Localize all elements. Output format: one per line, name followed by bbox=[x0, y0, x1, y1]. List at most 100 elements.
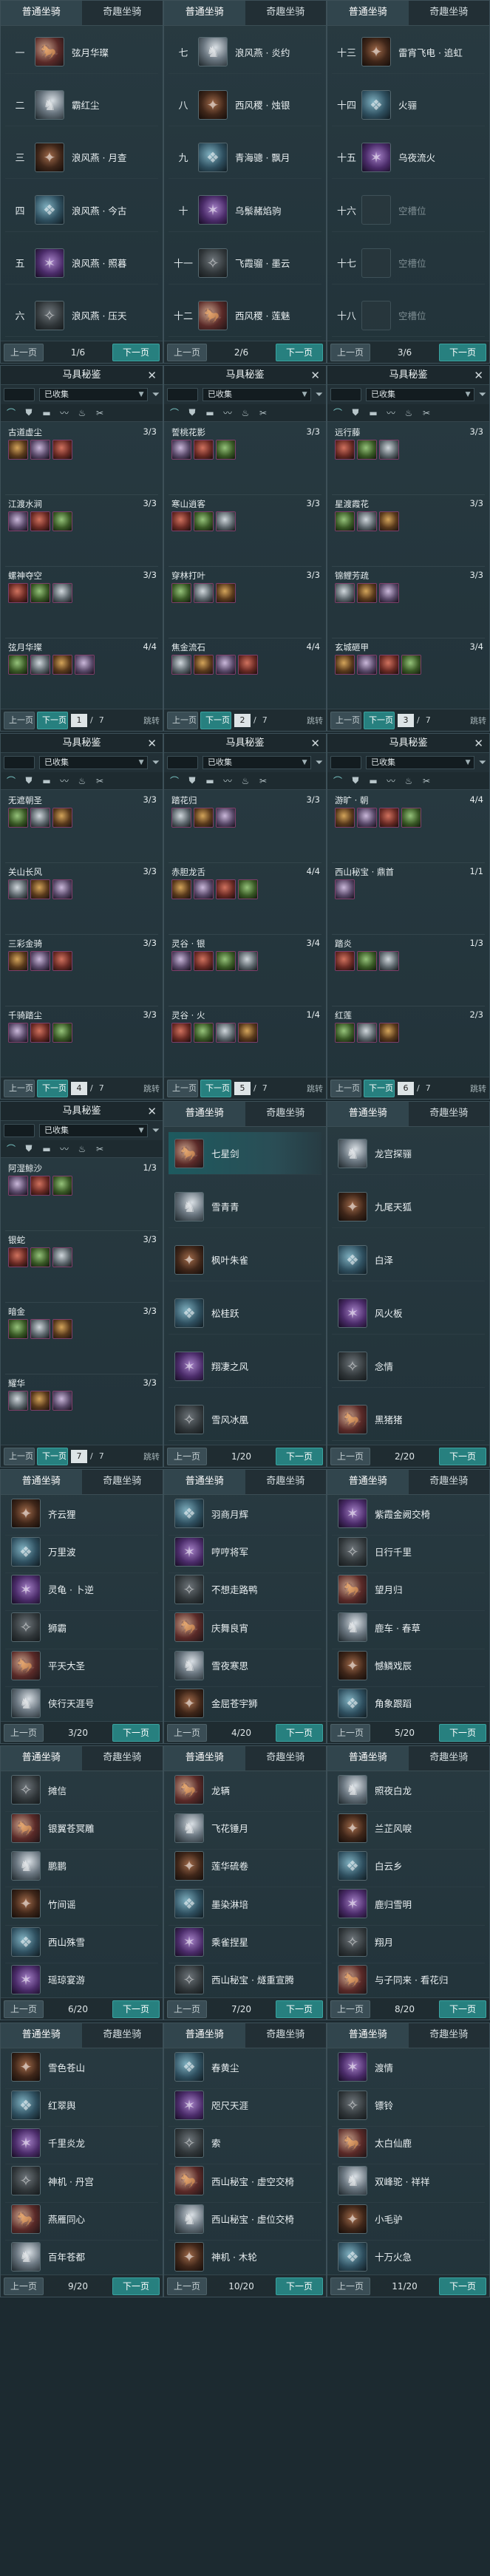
tack-piece-icon[interactable] bbox=[401, 655, 421, 675]
tack-piece-icon[interactable] bbox=[8, 1319, 28, 1339]
mount-row[interactable]: ❖ 万里波 bbox=[5, 1530, 158, 1573]
rein-category-icon[interactable]: 〰 bbox=[222, 406, 234, 419]
tack-piece-icon[interactable] bbox=[216, 440, 236, 460]
collect-filter-dropdown[interactable]: 已收集 ▼ bbox=[39, 1124, 148, 1137]
next-page-button[interactable]: 下一页 bbox=[37, 1079, 68, 1097]
next-page-button[interactable]: 下一页 bbox=[364, 1079, 395, 1097]
collect-filter-dropdown[interactable]: 已收集 ▼ bbox=[203, 756, 311, 769]
tab-rare-mounts[interactable]: 奇趣坐骑 bbox=[82, 1746, 163, 1771]
funnel-filter-icon[interactable]: ⏷ bbox=[316, 389, 323, 401]
tack-piece-icon[interactable] bbox=[194, 583, 214, 603]
tack-piece-icon[interactable] bbox=[52, 1391, 72, 1411]
tail-category-icon[interactable]: ✂ bbox=[421, 776, 432, 786]
tack-piece-icon[interactable] bbox=[194, 440, 214, 460]
jump-button[interactable]: 跳转 bbox=[470, 715, 486, 726]
tack-piece-icon[interactable] bbox=[52, 951, 72, 971]
tab-common-mounts[interactable]: 普通坐骑 bbox=[1, 1746, 82, 1771]
tack-piece-icon[interactable] bbox=[335, 808, 355, 828]
tack-piece-icon[interactable] bbox=[52, 1176, 72, 1196]
tack-piece-icon[interactable] bbox=[194, 1023, 214, 1043]
tab-rare-mounts[interactable]: 奇趣坐骑 bbox=[82, 2023, 163, 2048]
tack-piece-icon[interactable] bbox=[30, 511, 50, 531]
mount-row[interactable]: 🐎 西山秘宝 · 虚空交椅 bbox=[169, 2160, 321, 2203]
armor-category-icon[interactable]: ⛊ bbox=[23, 1143, 35, 1154]
tack-set-group[interactable]: 玄城砸甲 3/4 bbox=[332, 638, 485, 710]
tack-piece-icon[interactable] bbox=[8, 440, 28, 460]
tack-set-group[interactable]: 焦金流石 4/4 bbox=[169, 638, 321, 710]
mount-row[interactable]: ✦ 枫叶朱雀 bbox=[169, 1238, 321, 1281]
tab-common-mounts[interactable]: 普通坐骑 bbox=[327, 1470, 409, 1494]
tack-piece-icon[interactable] bbox=[238, 879, 258, 899]
tack-set-group[interactable]: 踏花归 3/3 bbox=[169, 791, 321, 863]
tack-piece-icon[interactable] bbox=[52, 440, 72, 460]
jump-button[interactable]: 跳转 bbox=[307, 715, 323, 726]
mount-row[interactable]: 十二 🐎 西风稷 · 莲魅 bbox=[169, 294, 321, 338]
tack-piece-icon[interactable] bbox=[194, 951, 214, 971]
mount-row[interactable]: ❖ 白云乡 bbox=[332, 1844, 485, 1888]
search-input[interactable] bbox=[4, 1124, 35, 1137]
rein-category-icon[interactable]: 〰 bbox=[58, 406, 70, 419]
mount-row[interactable]: ✦ 齐云狸 bbox=[5, 1493, 158, 1536]
next-page-button[interactable]: 下一页 bbox=[112, 343, 160, 361]
saddle-category-icon[interactable]: ⌒ bbox=[169, 406, 180, 419]
mount-row[interactable]: ✶ 灵龟 · 卜逆 bbox=[5, 1568, 158, 1612]
prev-page-button[interactable]: 上一页 bbox=[167, 711, 198, 729]
close-icon[interactable]: ✕ bbox=[147, 734, 157, 753]
mount-row[interactable]: 🐎 与子同来 · 看花归 bbox=[332, 1958, 485, 2002]
next-page-button[interactable]: 下一页 bbox=[439, 2000, 486, 2018]
tack-piece-icon[interactable] bbox=[379, 511, 399, 531]
stirrup-category-icon[interactable]: ▬ bbox=[367, 776, 379, 786]
tab-common-mounts[interactable]: 普通坐骑 bbox=[327, 1746, 409, 1771]
tack-piece-icon[interactable] bbox=[8, 511, 28, 531]
page-number-input[interactable]: 4 bbox=[71, 1081, 87, 1095]
prev-page-button[interactable]: 上一页 bbox=[330, 1079, 361, 1097]
tab-common-mounts[interactable]: 普通坐骑 bbox=[164, 1746, 245, 1771]
funnel-filter-icon[interactable]: ⏷ bbox=[479, 389, 486, 401]
mount-row[interactable]: ❖ 西山殊雪 bbox=[5, 1921, 158, 1963]
tack-piece-icon[interactable] bbox=[379, 440, 399, 460]
mount-row[interactable]: ✧ 西山秘宝 · 燧重宣腾 bbox=[169, 1958, 321, 2002]
close-icon[interactable]: ✕ bbox=[147, 366, 157, 385]
mount-row[interactable]: 十一 ✧ 飞霞骝 · 墨云 bbox=[169, 242, 321, 284]
mount-row[interactable]: ♞ 百年苍都 bbox=[5, 2235, 158, 2279]
mount-row[interactable]: 🐎 庆舞良宵 bbox=[169, 1606, 321, 1649]
mount-row[interactable]: ♞ 雪夜寒思 bbox=[169, 1644, 321, 1687]
jump-button[interactable]: 跳转 bbox=[470, 1083, 486, 1094]
mount-row[interactable]: 二 ♞ 霸红尘 bbox=[5, 84, 158, 126]
tack-set-group[interactable]: 无遮朝圣 3/3 bbox=[5, 791, 158, 863]
tack-piece-icon[interactable] bbox=[171, 440, 191, 460]
tack-set-group[interactable]: 灵谷 · 银 3/4 bbox=[169, 935, 321, 1006]
tack-set-group[interactable]: 千骑踏尘 3/3 bbox=[5, 1006, 158, 1078]
head-category-icon[interactable]: ♨ bbox=[76, 1144, 88, 1154]
page-number-input[interactable]: 3 bbox=[398, 713, 414, 727]
close-icon[interactable]: ✕ bbox=[474, 366, 483, 385]
mount-row[interactable]: 十 ✶ 乌鬃赭焰驹 bbox=[169, 189, 321, 232]
saddle-category-icon[interactable]: ⌒ bbox=[332, 406, 344, 419]
tack-piece-icon[interactable] bbox=[379, 655, 399, 675]
tab-rare-mounts[interactable]: 奇趣坐骑 bbox=[82, 1, 163, 25]
next-page-button[interactable]: 下一页 bbox=[200, 1079, 231, 1097]
mount-row[interactable]: ✦ 兰芷风唳 bbox=[332, 1807, 485, 1850]
tack-piece-icon[interactable] bbox=[194, 808, 214, 828]
tab-rare-mounts[interactable]: 奇趣坐骑 bbox=[245, 2023, 327, 2048]
next-page-button[interactable]: 下一页 bbox=[276, 2000, 323, 2018]
stirrup-category-icon[interactable]: ▬ bbox=[204, 776, 216, 786]
tack-piece-icon[interactable] bbox=[8, 879, 28, 899]
prev-page-button[interactable]: 上一页 bbox=[330, 2277, 370, 2295]
mount-row[interactable]: ❖ 角象跟蹈 bbox=[332, 1682, 485, 1725]
tack-set-group[interactable]: 誓桃花影 3/3 bbox=[169, 423, 321, 495]
tack-piece-icon[interactable] bbox=[379, 583, 399, 603]
tack-piece-icon[interactable] bbox=[238, 951, 258, 971]
rein-category-icon[interactable]: 〰 bbox=[58, 774, 70, 787]
tack-piece-icon[interactable] bbox=[171, 655, 191, 675]
collect-filter-dropdown[interactable]: 已收集 ▼ bbox=[366, 756, 474, 769]
tab-common-mounts[interactable]: 普通坐骑 bbox=[327, 1, 409, 25]
collect-filter-dropdown[interactable]: 已收集 ▼ bbox=[203, 388, 311, 401]
tack-piece-icon[interactable] bbox=[171, 1023, 191, 1043]
tack-piece-icon[interactable] bbox=[379, 951, 399, 971]
stirrup-category-icon[interactable]: ▬ bbox=[204, 408, 216, 418]
mount-row[interactable]: 🐎 龙辆 bbox=[169, 1769, 321, 1812]
saddle-category-icon[interactable]: ⌒ bbox=[5, 406, 17, 419]
tab-common-mounts[interactable]: 普通坐骑 bbox=[164, 2023, 245, 2048]
prev-page-button[interactable]: 上一页 bbox=[167, 1079, 198, 1097]
